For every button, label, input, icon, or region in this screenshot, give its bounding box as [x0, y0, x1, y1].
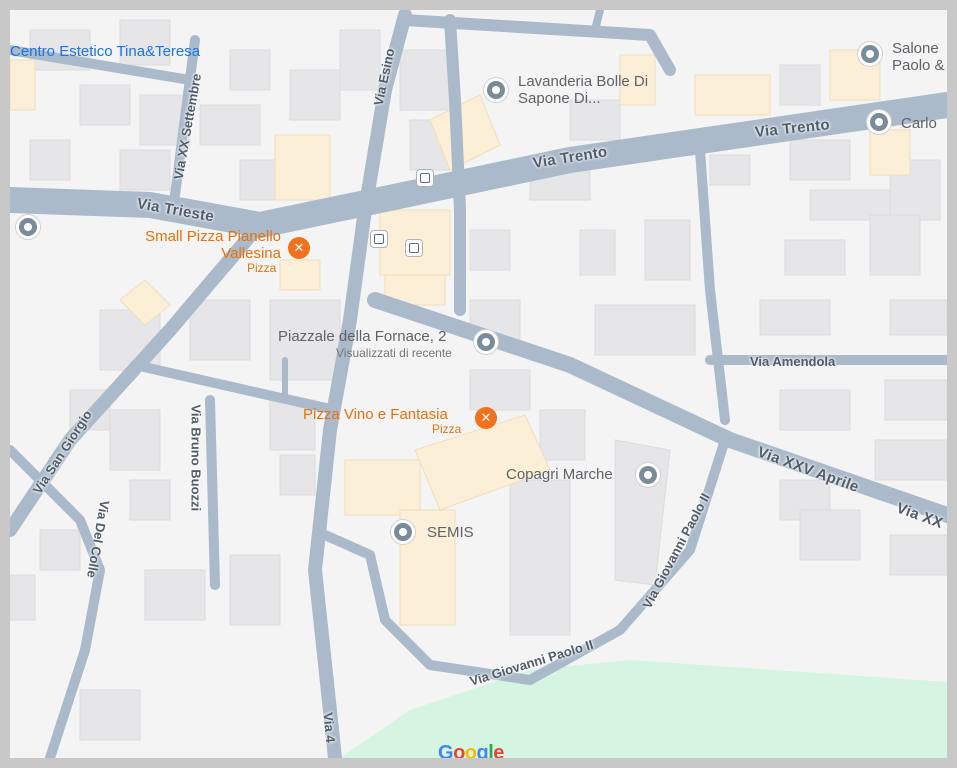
poi-centro-estetico-label[interactable]: Centro Estetico Tina&Teresa: [10, 43, 200, 60]
poi-semis-label[interactable]: SEMIS: [427, 524, 474, 541]
poi-carlo-label[interactable]: Carlo: [901, 115, 937, 132]
fork-knife-icon[interactable]: ✕: [288, 237, 310, 259]
carlo-pin-icon[interactable]: [867, 110, 891, 134]
poi-salone-label[interactable]: Salone Paolo &: [892, 40, 947, 75]
copagri-pin-icon[interactable]: [636, 463, 660, 487]
poi-lavanderia-label[interactable]: Lavanderia Bolle Di Sapone Di...: [518, 73, 653, 108]
bus-stop-icon[interactable]: [416, 169, 434, 187]
park-area: [340, 660, 947, 758]
google-logo: Google: [438, 742, 504, 758]
piazzale-pin-icon[interactable]: [474, 330, 498, 354]
poi-pizza-vino-category: Pizza: [432, 422, 462, 436]
poi-piazzale-subtitle: Visualizzati di recente: [336, 346, 452, 360]
poi-small-pizza-category: Pizza: [247, 261, 277, 275]
map-canvas[interactable]: Centro Estetico Tina&Teresa Lavanderia B…: [10, 10, 947, 758]
location-pin-icon[interactable]: [16, 215, 40, 239]
bus-stop-icon[interactable]: [370, 230, 388, 248]
road-label-via-amendola: Via Amendola: [750, 354, 836, 369]
road-label-via-bruno-buozzi: Via Bruno Buozzi: [188, 404, 204, 512]
poi-small-pizza-label[interactable]: Small Pizza Pianello Vallesina: [145, 228, 281, 263]
poi-pizza-vino-label[interactable]: Pizza Vino e Fantasia: [303, 406, 448, 423]
road-label-via-4: Via 4: [320, 711, 339, 744]
lavanderia-pin-icon[interactable]: [484, 78, 508, 102]
fork-knife-icon[interactable]: ✕: [475, 407, 497, 429]
poi-piazzale-label[interactable]: Piazzale della Fornace, 2: [278, 328, 446, 345]
bus-stop-icon[interactable]: [405, 239, 423, 257]
salone-pin-icon[interactable]: [858, 42, 882, 66]
poi-copagri-label[interactable]: Copagri Marche: [506, 466, 613, 483]
semis-pin-icon[interactable]: [391, 520, 415, 544]
